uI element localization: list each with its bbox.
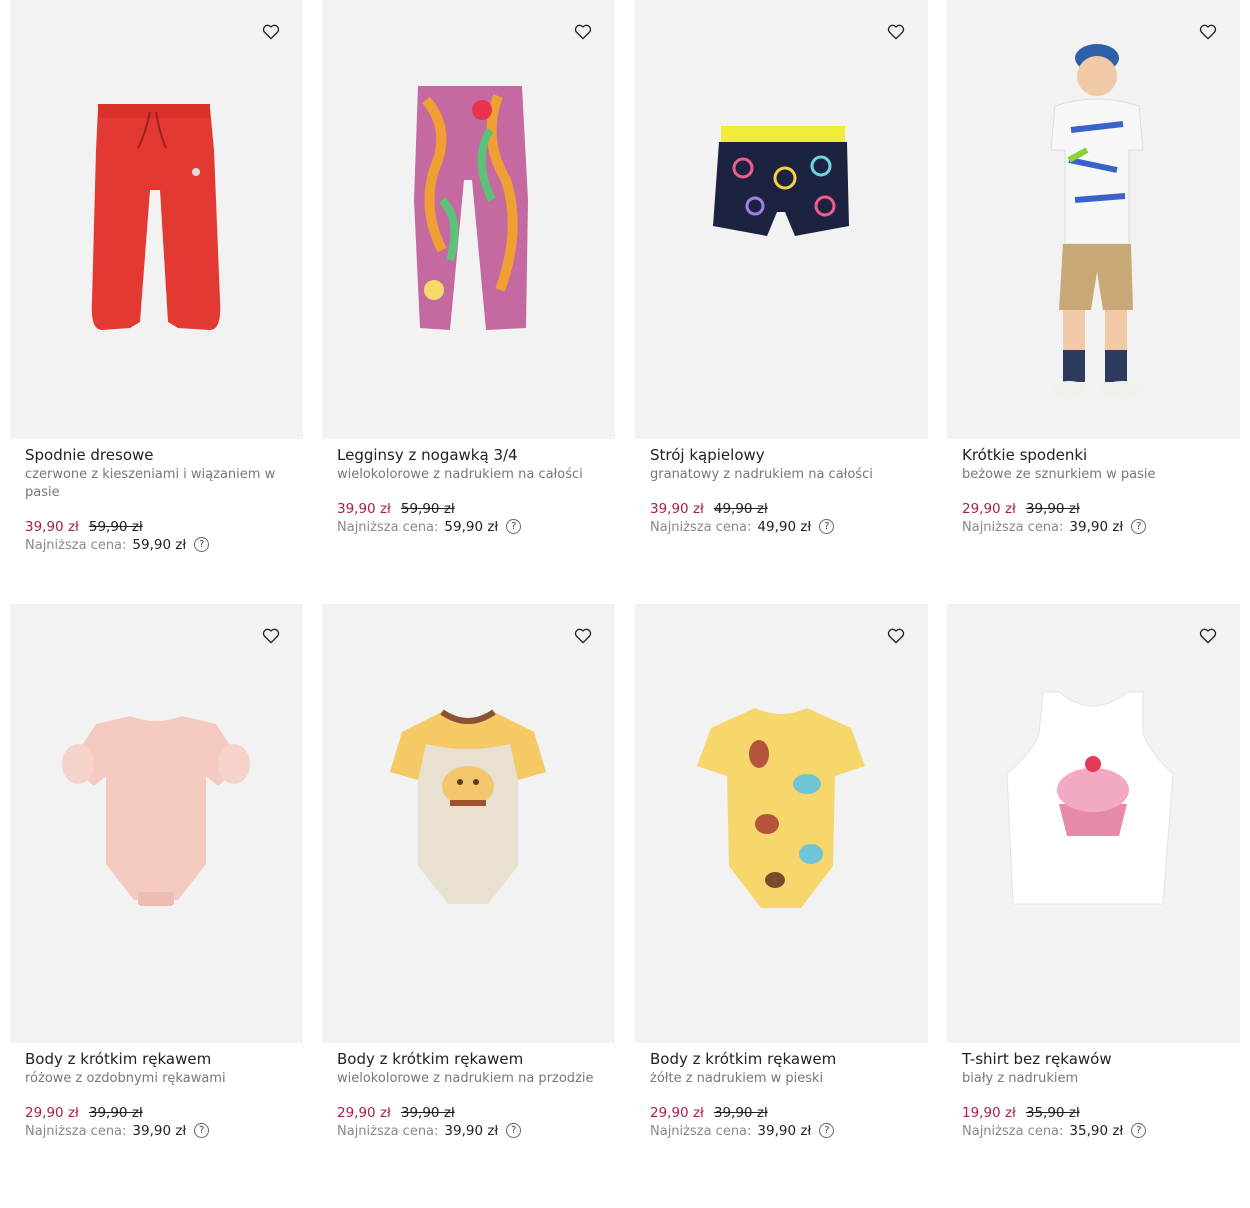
lowest-price-label: Najniższa cena: [650, 1124, 752, 1139]
product-name[interactable]: Body z krótkim rękawem [650, 1050, 928, 1068]
lowest-price: 39,90 zł [757, 1123, 812, 1139]
product-image[interactable] [635, 604, 928, 1043]
product-description: wielokolorowe z nadrukiem na przodzie [337, 1071, 594, 1086]
red-sweatpants-image [91, 104, 221, 330]
old-price: 39,90 zł [1025, 501, 1080, 517]
product-description: biały z nadrukiem [962, 1071, 1079, 1086]
sale-price: 29,90 zł [962, 501, 1016, 517]
sale-price: 39,90 zł [25, 519, 79, 535]
sale-price: 39,90 zł [337, 501, 391, 517]
product-card[interactable]: Legginsy z nogawką 3/4 wielokolorowe z n… [322, 0, 615, 537]
old-price: 39,90 zł [88, 1105, 143, 1121]
lowest-price-label: Najniższa cena: [337, 520, 439, 535]
old-price: 59,90 zł [400, 501, 455, 517]
heart-outline-icon[interactable] [261, 626, 281, 646]
lowest-price: 49,90 zł [757, 519, 812, 535]
product-name[interactable]: Strój kąpielowy [650, 446, 928, 464]
old-price: 35,90 zł [1025, 1105, 1080, 1121]
heart-outline-icon[interactable] [1198, 626, 1218, 646]
old-price: 49,90 zł [713, 501, 768, 517]
old-price: 39,90 zł [400, 1105, 455, 1121]
sale-price: 29,90 zł [650, 1105, 704, 1121]
lowest-price-label: Najniższa cena: [337, 1124, 439, 1139]
lowest-price: 39,90 zł [1069, 519, 1124, 535]
product-card[interactable]: Body z krótkim rękawem różowe z ozdobnym… [10, 604, 303, 1141]
lowest-price: 59,90 zł [444, 519, 499, 535]
question-circle-icon[interactable]: ? [194, 1123, 210, 1138]
question-circle-icon[interactable]: ? [819, 1123, 835, 1138]
product-image[interactable] [10, 604, 303, 1043]
question-circle-icon[interactable]: ? [1131, 519, 1147, 534]
product-name[interactable]: T-shirt bez rękawów [962, 1050, 1240, 1068]
product-description: granatowy z nadrukiem na całości [650, 467, 873, 482]
dog-print-bodysuit-image [390, 709, 546, 904]
product-name[interactable]: Body z krótkim rękawem [337, 1050, 615, 1068]
lowest-price: 39,90 zł [444, 1123, 499, 1139]
product-card[interactable]: Strój kąpielowy granatowy z nadrukiem na… [635, 0, 928, 537]
product-card[interactable]: Krótkie spodenki beżowe ze sznurkiem w p… [947, 0, 1240, 537]
product-description: różowe z ozdobnymi rękawami [25, 1071, 226, 1086]
product-card[interactable]: Body z krótkim rękawem wielokolorowe z n… [322, 604, 615, 1141]
heart-outline-icon[interactable] [573, 22, 593, 42]
old-price: 39,90 zł [713, 1105, 768, 1121]
lowest-price-label: Najniższa cena: [962, 1124, 1064, 1139]
lowest-price-label: Najniższa cena: [650, 520, 752, 535]
product-image[interactable] [322, 604, 615, 1043]
product-description: żółte z nadrukiem w pieski [650, 1071, 824, 1086]
lowest-price: 59,90 zł [132, 537, 187, 553]
product-image[interactable] [10, 0, 303, 439]
product-description: wielokolorowe z nadrukiem na całości [337, 467, 583, 482]
product-image[interactable] [947, 0, 1240, 439]
lowest-price: 39,90 zł [132, 1123, 187, 1139]
product-card[interactable]: Body z krótkim rękawem żółte z nadrukiem… [635, 604, 928, 1141]
boy-shorts-image [1050, 44, 1145, 399]
product-image[interactable] [322, 0, 615, 439]
swim-shorts-image [713, 126, 849, 236]
question-circle-icon[interactable]: ? [819, 519, 835, 534]
sale-price: 29,90 zł [337, 1105, 391, 1121]
pink-bodysuit-image [62, 716, 250, 906]
product-name[interactable]: Spodnie dresowe [25, 446, 303, 464]
sale-price: 39,90 zł [650, 501, 704, 517]
question-circle-icon[interactable]: ? [194, 537, 210, 552]
product-description: czerwone z kieszeniami i wiązaniem w pas… [25, 467, 276, 500]
heart-outline-icon[interactable] [886, 22, 906, 42]
sale-price: 29,90 zł [25, 1105, 79, 1121]
old-price: 59,90 zł [88, 519, 143, 535]
product-name[interactable]: Legginsy z nogawką 3/4 [337, 446, 615, 464]
question-circle-icon[interactable]: ? [1131, 1123, 1147, 1138]
leggings-image [414, 86, 528, 330]
product-name[interactable]: Body z krótkim rękawem [25, 1050, 303, 1068]
product-image[interactable] [635, 0, 928, 439]
heart-outline-icon[interactable] [261, 22, 281, 42]
lowest-price-label: Najniższa cena: [25, 1124, 127, 1139]
product-name[interactable]: Krótkie spodenki [962, 446, 1240, 464]
lowest-price-label: Najniższa cena: [25, 538, 127, 553]
question-circle-icon[interactable]: ? [506, 519, 522, 534]
heart-outline-icon[interactable] [1198, 22, 1218, 42]
heart-outline-icon[interactable] [886, 626, 906, 646]
lowest-price: 35,90 zł [1069, 1123, 1124, 1139]
sale-price: 19,90 zł [962, 1105, 1016, 1121]
heart-outline-icon[interactable] [573, 626, 593, 646]
product-card[interactable]: Spodnie dresowe czerwone z kieszeniami i… [10, 0, 303, 555]
product-description: beżowe ze sznurkiem w pasie [962, 467, 1156, 482]
question-circle-icon[interactable]: ? [506, 1123, 522, 1138]
product-card[interactable]: T-shirt bez rękawów biały z nadrukiem 19… [947, 604, 1240, 1141]
lowest-price-label: Najniższa cena: [962, 520, 1064, 535]
product-image[interactable] [947, 604, 1240, 1043]
yellow-dog-bodysuit-image [697, 708, 865, 908]
white-tank-top-image [1006, 691, 1174, 905]
